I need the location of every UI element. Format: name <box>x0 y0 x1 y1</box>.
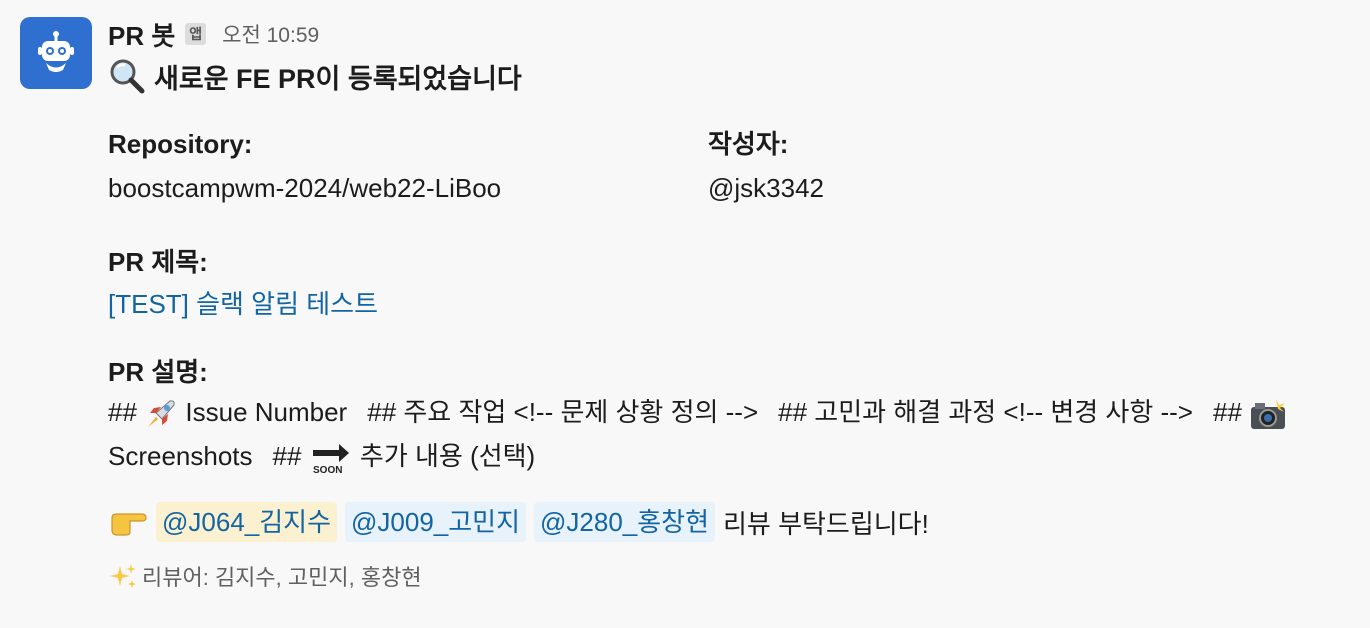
bot-name[interactable]: PR 봇 <box>108 16 175 53</box>
pr-title-section: PR 제목: [TEST] 슬랙 알림 테스트 <box>108 246 1348 320</box>
pr-title-link[interactable]: [TEST] 슬랙 알림 테스트 <box>108 288 378 320</box>
bot-avatar[interactable] <box>20 17 92 89</box>
review-request-text: 리뷰 부탁드립니다! <box>723 508 929 539</box>
mention-user-2[interactable]: @J009_고민지 <box>345 502 526 542</box>
pr-description-label: PR 설명: <box>108 357 208 387</box>
mention-user-1[interactable]: @J064_김지수 <box>156 502 337 542</box>
mention-user-3[interactable]: @J280_홍창현 <box>534 502 715 542</box>
desc-part5: ## <box>1213 397 1250 427</box>
repository-value: boostcampwm-2024/web22-LiBoo <box>108 173 502 203</box>
desc-part4: ## 고민과 해결 과정 <!-- 변경 사항 --> <box>778 397 1193 427</box>
reviewers-context: 리뷰어: 김지수, 고민지, 홍창현 <box>108 560 1348 592</box>
desc-part1: ## <box>108 397 145 427</box>
desc-part3: ## 주요 작업 <!-- 문제 상황 정의 --> <box>367 397 759 427</box>
desc-part2: Issue Number <box>178 397 348 427</box>
magnifier-icon <box>110 59 145 94</box>
pr-description-text: ## Issue Number ## 주요 작업 <!-- 문제 상황 정의 --… <box>108 390 1308 478</box>
review-request: @J064_김지수 @J009_고민지 @J280_홍창현 리뷰 부탁드립니다! <box>108 498 1348 546</box>
slack-message: PR 봇 앱 오전 10:59 새로운 FE PR이 등록되었습니다 Repos… <box>0 0 1370 628</box>
repository-label: Repository: <box>108 129 253 159</box>
robot-icon <box>38 31 74 72</box>
app-badge: 앱 <box>185 23 207 45</box>
repository-field: Repository: boostcampwm-2024/web22-LiBoo <box>108 128 501 204</box>
sparkles-icon <box>110 564 136 588</box>
desc-part8: 추가 내용 (선택) <box>352 441 536 471</box>
desc-part6: Screenshots <box>108 441 253 471</box>
author-value: @jsk3342 <box>708 173 825 203</box>
message-title: 새로운 FE PR이 등록되었습니다 <box>108 56 1348 96</box>
fields-grid: Repository: boostcampwm-2024/web22-LiBoo… <box>108 128 1348 218</box>
pointing-hand-icon <box>111 513 147 536</box>
camera-flash-icon <box>1251 399 1286 430</box>
reviewers-text: 리뷰어: 김지수, 고민지, 홍창현 <box>142 565 422 590</box>
pr-title-label: PR 제목: <box>108 247 208 277</box>
pr-description-section: PR 설명: ## Issue Number ## 주요 작업 <!-- 문제 상… <box>108 356 1348 478</box>
rocket-icon <box>148 400 175 428</box>
message-timestamp[interactable]: 오전 10:59 <box>222 19 319 49</box>
svg-text:SOON: SOON <box>313 465 342 475</box>
desc-part7: ## <box>272 441 309 471</box>
author-label: 작성자: <box>708 129 789 159</box>
message-content: PR 봇 앱 오전 10:59 새로운 FE PR이 등록되었습니다 Repos… <box>108 16 1348 592</box>
title-text: 새로운 FE PR이 등록되었습니다 <box>154 63 522 94</box>
author-field: 작성자: @jsk3342 <box>708 128 824 204</box>
message-header: PR 봇 앱 오전 10:59 <box>108 16 1348 52</box>
soon-arrow-icon: SOON <box>312 444 349 475</box>
